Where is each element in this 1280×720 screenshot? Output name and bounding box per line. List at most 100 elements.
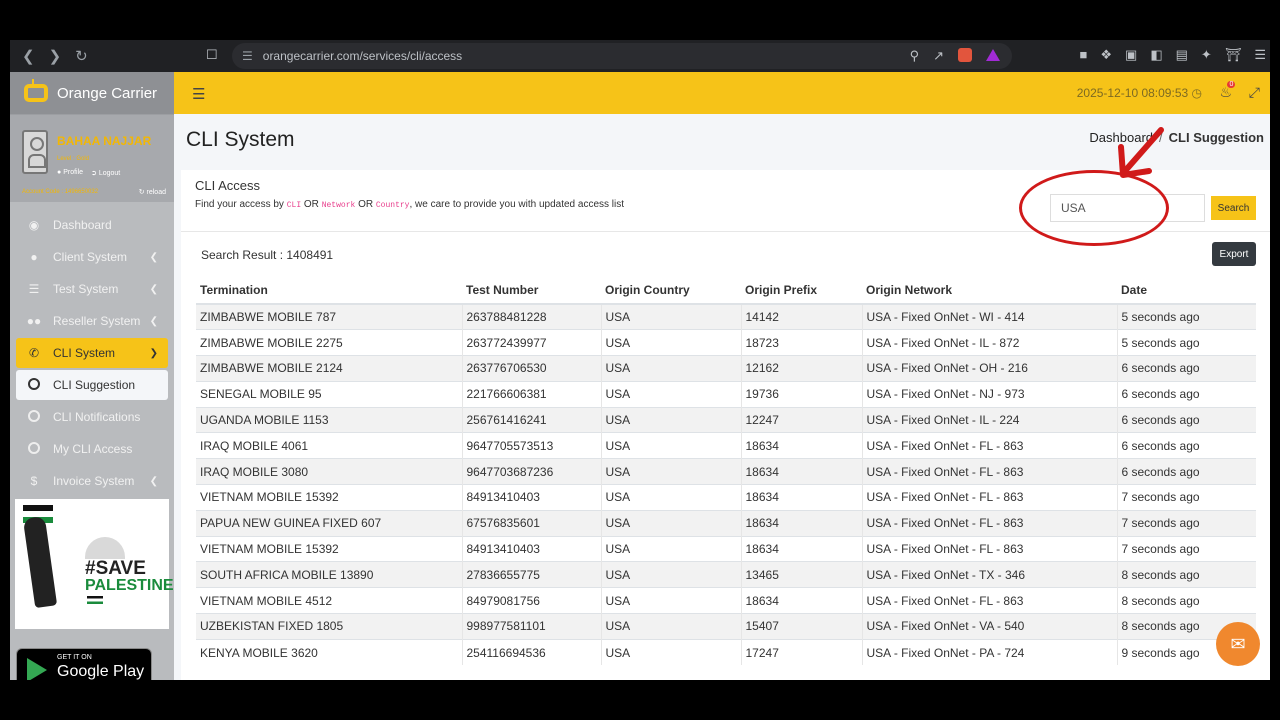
vpn-icon[interactable]: ⛩ xyxy=(1225,47,1242,63)
table-cell: 5 seconds ago xyxy=(1116,329,1256,356)
url-text: orangecarrier.com/services/cli/access xyxy=(262,49,463,63)
brand[interactable]: Orange Carrier xyxy=(10,72,174,114)
table-cell: USA xyxy=(600,380,741,408)
table-cell: 7 seconds ago xyxy=(1116,509,1256,537)
table-cell: 221766606381 xyxy=(461,380,601,408)
google-play-badge[interactable]: GET IT ON Google Play xyxy=(16,648,152,680)
table-row[interactable]: VIETNAM MOBILE 15392 84913410403 USA 18634 U… xyxy=(196,484,1256,511)
table-cell: USA xyxy=(600,458,741,485)
col-header-termination[interactable]: Termination xyxy=(196,276,462,305)
hamburger-menu-icon[interactable]: ☰ xyxy=(192,85,205,103)
table-cell: 7 seconds ago xyxy=(1116,535,1256,562)
puzzle-icon[interactable]: ❖ xyxy=(1100,47,1112,63)
table-cell: 263776706530 xyxy=(461,355,601,382)
profile-link[interactable]: ● Profile xyxy=(57,169,83,177)
col-header-test-number[interactable]: Test Number xyxy=(462,276,601,305)
table-row[interactable]: IRAQ MOBILE 3080 9647703687236 USA 18634 USA… xyxy=(196,458,1256,485)
share-icon[interactable]: ↗ xyxy=(933,48,944,64)
table-cell: 998977581101 xyxy=(461,613,601,640)
address-bar[interactable]: ☰ orangecarrier.com/services/cli/access … xyxy=(232,43,1012,69)
sidebar-item-client-system[interactable]: ● Client System ❮ xyxy=(16,242,168,272)
sidebar-item-label: Dashboard xyxy=(53,218,112,232)
sidebar-item-cli-notifications[interactable]: CLI Notifications xyxy=(16,402,168,432)
table-row[interactable]: SOUTH AFRICA MOBILE 13890 27836655775 USA 1… xyxy=(196,561,1256,588)
back-icon[interactable]: ❮ xyxy=(22,47,35,65)
col-header-origin-network[interactable]: Origin Network xyxy=(862,276,1117,305)
sidebar-item-cli-suggestion[interactable]: CLI Suggestion xyxy=(16,370,168,400)
table-cell: IRAQ MOBILE 4061 xyxy=(196,432,462,459)
table-cell: 8 seconds ago xyxy=(1116,561,1256,588)
sidebar-item-my-cli-access[interactable]: My CLI Access xyxy=(16,434,168,464)
table-row[interactable]: ZIMBABWE MOBILE 2275 263772439977 USA 18723… xyxy=(196,329,1256,356)
clock-icon: ◷ xyxy=(1191,86,1202,100)
col-header-date[interactable]: Date xyxy=(1117,276,1256,305)
table-cell: 254116694536 xyxy=(461,638,601,666)
tab-search-icon[interactable]: ▣ xyxy=(1125,47,1137,63)
col-header-origin-country[interactable]: Origin Country xyxy=(601,276,741,305)
page-title: CLI System xyxy=(186,128,295,151)
table-row[interactable]: PAPUA NEW GUINEA FIXED 607 67576835601 USA… xyxy=(196,509,1256,537)
table-row[interactable]: IRAQ MOBILE 4061 9647705573513 USA 18634 USA… xyxy=(196,432,1256,459)
sidebar-item-label: CLI Suggestion xyxy=(53,378,136,392)
circle-icon xyxy=(26,409,42,425)
export-button[interactable]: Export xyxy=(1212,242,1256,266)
fullscreen-icon[interactable]: ⤢ xyxy=(1249,84,1260,101)
table-row[interactable]: VIETNAM MOBILE 4512 84979081756 USA 18634 US… xyxy=(196,587,1256,614)
logout-link[interactable]: ➲ Logout xyxy=(91,169,120,177)
chevron-left-icon: ❮ xyxy=(149,283,158,295)
table-cell: USA xyxy=(600,509,741,537)
table-cell: 18634 xyxy=(740,458,862,485)
rewards-icon[interactable] xyxy=(986,49,1000,61)
table-cell: 27836655775 xyxy=(461,561,601,588)
sidebar: Orange Carrier BAHAA NAJJAR Level : Gold… xyxy=(10,72,174,680)
table-cell: USA - Fixed OnNet - IL - 872 xyxy=(861,329,1117,356)
table-row[interactable]: ZIMBABWE MOBILE 2124 263776706530 USA 12162… xyxy=(196,355,1256,382)
table-cell: 18723 xyxy=(740,329,862,356)
table-row[interactable]: SENEGAL MOBILE 95 221766606381 USA 19736 USA… xyxy=(196,380,1256,408)
table-cell: 9647705573513 xyxy=(461,432,601,459)
small-flag-icon xyxy=(87,596,103,604)
forward-icon[interactable]: ❯ xyxy=(49,47,62,65)
notifications-bell-icon[interactable]: ♨ 0 xyxy=(1219,81,1236,101)
table-row[interactable]: ZIMBABWE MOBILE 787 263788481228 USA 14142 U… xyxy=(196,303,1256,330)
wallet-icon[interactable]: ▤ xyxy=(1176,47,1188,63)
search-button[interactable]: Search xyxy=(1211,196,1256,220)
table-row[interactable]: UGANDA MOBILE 1153 256761416241 USA 12247 US… xyxy=(196,406,1256,433)
sidebar-item-dashboard[interactable]: ◉ Dashboard xyxy=(16,210,168,240)
sidebar-item-label: CLI System xyxy=(53,346,116,360)
table-row[interactable]: VIETNAM MOBILE 15392 84913410403 USA 18634 U… xyxy=(196,535,1256,562)
menu-icon[interactable]: ☰ xyxy=(1254,47,1266,63)
table-cell: USA xyxy=(600,303,741,330)
sidebar-item-test-system[interactable]: ☰ Test System ❮ xyxy=(16,274,168,304)
table-cell: 14142 xyxy=(740,303,862,330)
sidebar-item-cli-system[interactable]: ✆ CLI System ❯ xyxy=(16,338,168,368)
zoom-icon[interactable]: ⚲ xyxy=(910,48,920,64)
bookmark-icon[interactable]: ☐ xyxy=(206,47,218,63)
table-cell: VIETNAM MOBILE 4512 xyxy=(196,587,462,614)
col-header-origin-prefix[interactable]: Origin Prefix xyxy=(741,276,862,305)
table-row[interactable]: UZBEKISTAN FIXED 1805 998977581101 USA 1540… xyxy=(196,613,1256,640)
table-cell: SOUTH AFRICA MOBILE 13890 xyxy=(196,561,462,588)
desc-text-end: , we care to provide you with updated ac… xyxy=(409,199,625,210)
site-info-icon[interactable]: ☰ xyxy=(242,49,253,63)
table-cell: 17247 xyxy=(740,638,862,666)
table-cell: USA - Fixed OnNet - FL - 863 xyxy=(861,587,1117,614)
hand-illustration xyxy=(22,515,58,609)
banner-line2: PALESTINE xyxy=(85,577,174,594)
sidebar-toggle-icon[interactable]: ◧ xyxy=(1150,47,1162,63)
leo-icon[interactable]: ✦ xyxy=(1201,47,1212,63)
table-cell: USA xyxy=(600,432,741,459)
table-cell: 19736 xyxy=(740,380,862,408)
refresh-icon[interactable]: ↻ xyxy=(75,47,88,65)
reload-link[interactable]: ↻ reload xyxy=(139,188,166,196)
chat-bubble-icon[interactable]: ✉ xyxy=(1216,622,1260,666)
table-cell: 12162 xyxy=(740,355,862,382)
extension-icon[interactable]: ■ xyxy=(1080,47,1088,63)
table-row[interactable]: KENYA MOBILE 3620 254116694536 USA 17247 USA… xyxy=(196,638,1256,666)
brave-shield-icon[interactable] xyxy=(958,48,972,62)
sidebar-menu: ◉ Dashboard ● Client System ❮ ☰ Test System ❮… xyxy=(10,202,174,496)
card-header: CLI Access Find your access by CLI OR Ne… xyxy=(181,127,1270,246)
sidebar-item-invoice-system[interactable]: $ Invoice System ❮ xyxy=(16,466,168,496)
table-cell: IRAQ MOBILE 3080 xyxy=(196,458,462,485)
sidebar-item-reseller-system[interactable]: ●● Reseller System ❮ xyxy=(16,306,168,336)
